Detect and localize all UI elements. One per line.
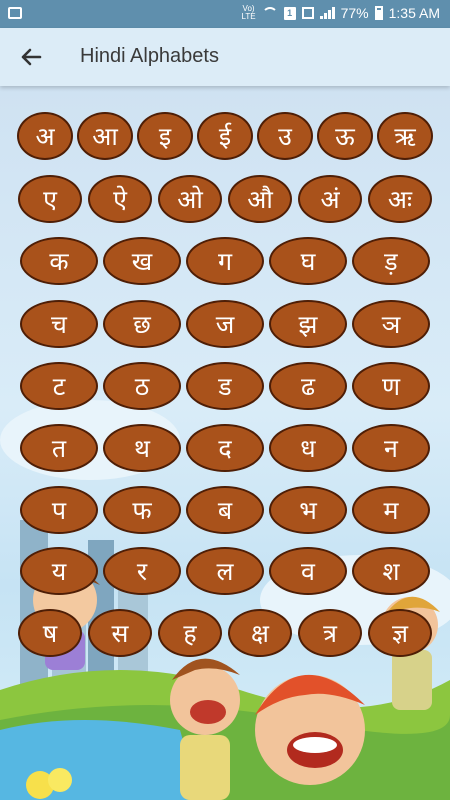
- letter-button[interactable]: ऐ: [88, 175, 152, 223]
- letter-button[interactable]: ठ: [103, 362, 181, 410]
- letter-button[interactable]: ध: [269, 424, 347, 472]
- letter-button[interactable]: ब: [186, 486, 264, 534]
- letter-button[interactable]: न: [352, 424, 430, 472]
- letter-button[interactable]: ण: [352, 362, 430, 410]
- letter-button[interactable]: ग: [186, 237, 264, 285]
- letter-button[interactable]: म: [352, 486, 430, 534]
- alphabet-grid: अ आ इ ई उ ऊ ऋ ए ऐ ओ औ अं अः क ख ग घ ड़ च…: [0, 0, 450, 800]
- letter-button[interactable]: थ: [103, 424, 181, 472]
- letter-button[interactable]: उ: [257, 112, 313, 160]
- letter-row-6: त थ द ध न: [0, 424, 450, 472]
- app-bar: Hindi Alphabets: [0, 28, 450, 86]
- letter-button[interactable]: ह: [158, 609, 222, 657]
- letter-button[interactable]: ढ: [269, 362, 347, 410]
- letter-button[interactable]: क: [20, 237, 98, 285]
- letter-button[interactable]: च: [20, 300, 98, 348]
- letter-button[interactable]: ड: [186, 362, 264, 410]
- letter-button[interactable]: ल: [186, 547, 264, 595]
- back-button[interactable]: [14, 40, 48, 74]
- letter-button[interactable]: ज्ञ: [368, 609, 432, 657]
- letter-button[interactable]: ऋ: [377, 112, 433, 160]
- letter-row-3: क ख ग घ ड़: [0, 237, 450, 285]
- letter-button[interactable]: ड़: [352, 237, 430, 285]
- letter-button[interactable]: घ: [269, 237, 347, 285]
- letter-row-4: च छ ज झ ञ: [0, 300, 450, 348]
- letter-button[interactable]: अ: [17, 112, 73, 160]
- letter-button[interactable]: द: [186, 424, 264, 472]
- letter-button[interactable]: अं: [298, 175, 362, 223]
- letter-button[interactable]: स: [88, 609, 152, 657]
- letter-row-1: अ आ इ ई उ ऊ ऋ: [0, 112, 450, 160]
- letter-button[interactable]: ओ: [158, 175, 222, 223]
- letter-row-8: य र ल व श: [0, 547, 450, 595]
- letter-button[interactable]: भ: [269, 486, 347, 534]
- letter-button[interactable]: व: [269, 547, 347, 595]
- letter-button[interactable]: फ: [103, 486, 181, 534]
- letter-button[interactable]: अः: [368, 175, 432, 223]
- letter-button[interactable]: ए: [18, 175, 82, 223]
- letter-button[interactable]: औ: [228, 175, 292, 223]
- letter-button[interactable]: ई: [197, 112, 253, 160]
- letter-button[interactable]: ज: [186, 300, 264, 348]
- letter-button[interactable]: र: [103, 547, 181, 595]
- letter-row-5: ट ठ ड ढ ण: [0, 362, 450, 410]
- letter-button[interactable]: आ: [77, 112, 133, 160]
- letter-button[interactable]: ख: [103, 237, 181, 285]
- letter-button[interactable]: ऊ: [317, 112, 373, 160]
- letter-button[interactable]: छ: [103, 300, 181, 348]
- letter-button[interactable]: झ: [269, 300, 347, 348]
- letter-button[interactable]: प: [20, 486, 98, 534]
- arrow-back-icon: [21, 48, 42, 66]
- letter-row-7: प फ ब भ म: [0, 486, 450, 534]
- letter-button[interactable]: ञ: [352, 300, 430, 348]
- letter-button[interactable]: ष: [18, 609, 82, 657]
- letter-button[interactable]: क्ष: [228, 609, 292, 657]
- letter-button[interactable]: इ: [137, 112, 193, 160]
- letter-button[interactable]: त्र: [298, 609, 362, 657]
- letter-button[interactable]: श: [352, 547, 430, 595]
- letter-button[interactable]: य: [20, 547, 98, 595]
- letter-row-9: ष स ह क्ष त्र ज्ञ: [0, 609, 450, 657]
- page-title: Hindi Alphabets: [80, 45, 219, 67]
- letter-row-2: ए ऐ ओ औ अं अः: [0, 175, 450, 223]
- letter-button[interactable]: त: [20, 424, 98, 472]
- letter-button[interactable]: ट: [20, 362, 98, 410]
